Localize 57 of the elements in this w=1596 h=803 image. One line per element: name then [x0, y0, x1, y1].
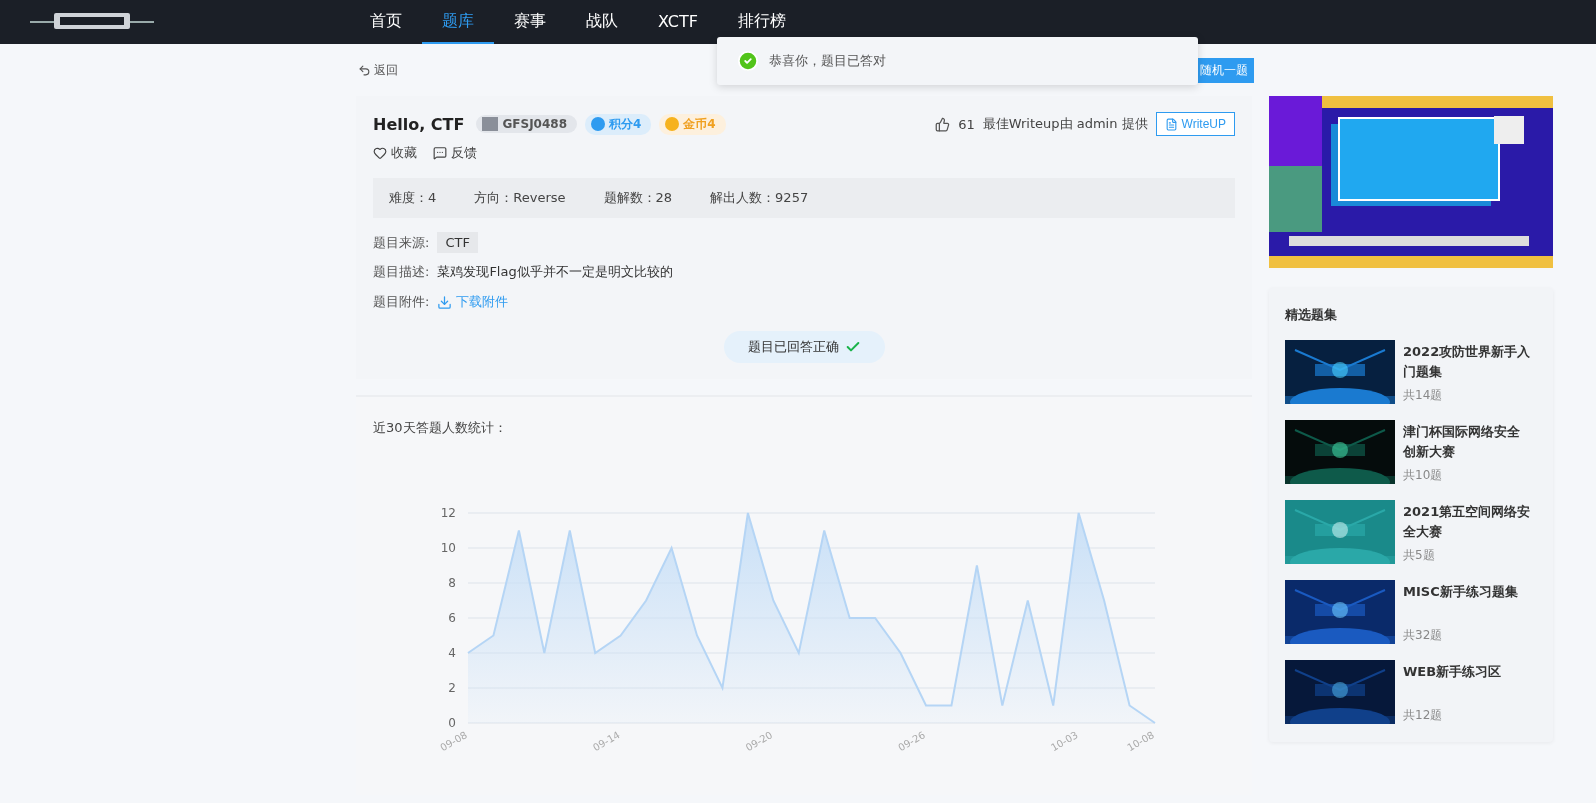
heart-icon — [373, 146, 387, 160]
set-name: 2022攻防世界新手入门题集 — [1403, 343, 1531, 381]
axis-label: 12 — [440, 506, 456, 520]
axis-label: 2 — [448, 681, 456, 695]
coin-tag: 金币4 — [659, 113, 726, 135]
axis-label: 0 — [448, 716, 456, 730]
challenge-title: Hello, CTF — [373, 114, 465, 134]
source-tag: CTF — [437, 232, 478, 253]
set-item[interactable]: 津门杯国际网络安全创新大赛 共10题 — [1285, 420, 1537, 484]
set-count: 共5题 — [1403, 547, 1436, 564]
set-name: 2021第五空间网络安全大赛 — [1403, 503, 1531, 541]
set-item[interactable]: 2022攻防世界新手入门题集 共14题 — [1285, 340, 1537, 404]
check-icon — [737, 50, 759, 72]
download-icon — [437, 294, 453, 310]
document-icon — [1164, 117, 1178, 131]
section-title: 精选题集 — [1285, 306, 1338, 324]
field-label: 题目来源: — [373, 233, 430, 252]
nav-tab[interactable]: 首页 — [350, 0, 422, 44]
stat-text: 方向：Reverse — [474, 189, 566, 207]
score-tag: 积分4 — [585, 113, 652, 135]
axis-label: 10 — [440, 541, 456, 555]
stat-text: 难度：4 — [389, 189, 437, 207]
writeup-note: 最佳Writeup由 admin 提供 — [982, 115, 1148, 133]
set-item[interactable]: MISC新手练习题集 共32题 — [1285, 580, 1537, 644]
chart-title: 近30天答题人数统计： — [373, 420, 507, 435]
description-text: 菜鸡发现Flag似乎并不一定是明文比较的 — [437, 263, 673, 281]
nav-tab[interactable]: XCTF — [638, 0, 718, 44]
feedback-link[interactable]: 反馈 — [433, 144, 477, 162]
favorite-link[interactable]: 收藏 — [373, 144, 417, 162]
stat-text: 题解数：28 — [603, 189, 673, 207]
comment-icon — [433, 146, 447, 160]
set-count: 共14题 — [1403, 387, 1444, 404]
stat-text: 解出人数：9257 — [710, 189, 809, 207]
set-item[interactable]: WEB新手练习区 共12题 — [1285, 660, 1537, 724]
toast-message: 恭喜你，题目已答对 — [769, 52, 886, 70]
set-name: 津门杯国际网络安全创新大赛 — [1403, 423, 1521, 461]
status-pill: 题目已回答正确 — [723, 331, 885, 363]
axis-label: 8 — [448, 576, 456, 590]
set-item[interactable]: 2021第五空间网络安全大赛 共5题 — [1285, 500, 1537, 564]
thumbs-up-icon[interactable] — [935, 116, 951, 132]
like-count: 61 — [958, 116, 975, 132]
set-name: WEB新手练习区 — [1403, 663, 1503, 681]
nav-tab[interactable]: 赛事 — [494, 0, 566, 44]
code-tag: GFSJ0488 — [476, 115, 577, 133]
set-count: 共32题 — [1403, 627, 1444, 644]
axis-label: 4 — [448, 646, 456, 660]
axis-label: 6 — [448, 611, 456, 625]
set-name: MISC新手练习题集 — [1403, 583, 1519, 601]
field-label: 题目附件: — [373, 293, 430, 311]
back-icon — [358, 63, 371, 77]
field-label: 题目描述: — [373, 263, 430, 281]
back-link[interactable]: 返回 — [358, 61, 398, 79]
nav-tab[interactable]: 战队 — [566, 0, 638, 44]
set-count: 共10题 — [1403, 467, 1444, 484]
coin-icon — [665, 117, 680, 131]
set-count: 共12题 — [1403, 707, 1444, 724]
nav-tab[interactable]: 题库 — [422, 0, 494, 44]
